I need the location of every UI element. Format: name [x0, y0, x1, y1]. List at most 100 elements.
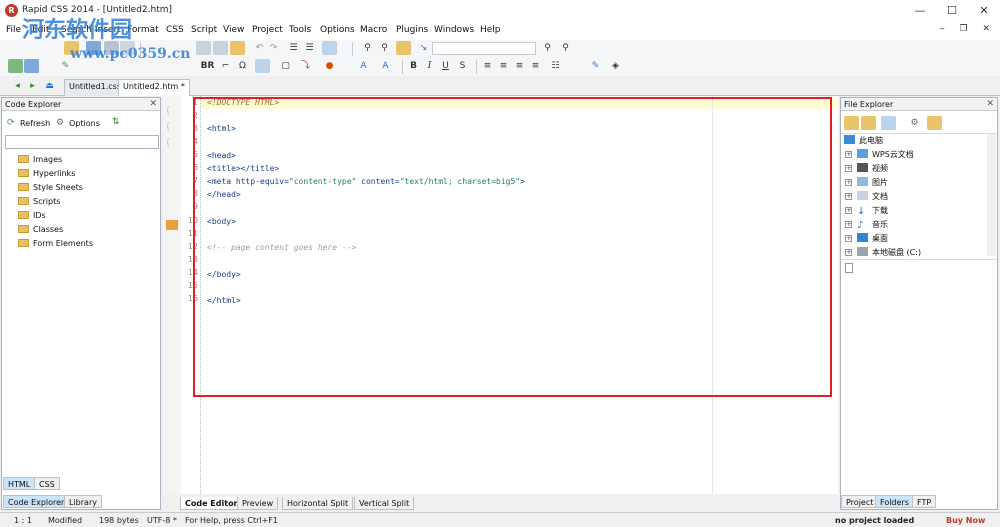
tab-html[interactable]: HTML	[3, 477, 36, 490]
tree-item-desktop[interactable]: 桌面	[857, 232, 888, 245]
tab-preview[interactable]: Preview	[237, 497, 279, 510]
sort-icon[interactable]: ⇅	[112, 117, 120, 127]
close-icon[interactable]: ✕	[986, 99, 994, 109]
maximize-button[interactable]: ☐	[936, 0, 968, 22]
menu-options[interactable]: Options	[320, 25, 355, 35]
menu-script[interactable]: Script	[191, 25, 217, 35]
tab-folders[interactable]: Folders	[875, 495, 914, 508]
tree-item-scripts[interactable]: Scripts	[18, 195, 60, 208]
align-center-icon[interactable]: ≡	[496, 59, 511, 73]
tree-item-style-sheets[interactable]: Style Sheets	[18, 181, 83, 194]
indent-icon[interactable]: ☰	[286, 41, 301, 55]
menu-plugins[interactable]: Plugins	[396, 25, 428, 35]
code-explorer-filter[interactable]	[5, 135, 159, 149]
special-char-icon[interactable]: Ω	[235, 59, 250, 73]
expand-icon[interactable]: +	[845, 165, 852, 172]
italic-icon[interactable]: I	[422, 59, 437, 73]
menu-file[interactable]: File	[6, 25, 21, 35]
tab-css[interactable]: CSS	[34, 477, 60, 490]
expand-icon[interactable]: +	[845, 193, 852, 200]
menu-windows[interactable]: Windows	[434, 25, 474, 35]
tab-menu-icon[interactable]: ⏏	[42, 79, 57, 93]
style-icon[interactable]: ✎	[588, 59, 603, 73]
align-right-icon[interactable]: ≡	[512, 59, 527, 73]
close-button[interactable]: ✕	[968, 0, 1000, 22]
bold-icon[interactable]: B	[406, 59, 421, 73]
forward-icon[interactable]: ▸	[25, 79, 40, 93]
buy-now-link[interactable]: Buy Now	[946, 516, 985, 525]
validate-icon[interactable]	[8, 59, 23, 73]
mdi-controls[interactable]: ‒ ❐ ✕	[939, 24, 996, 34]
folder-tree-scrollbar[interactable]	[987, 134, 996, 256]
nbsp-icon[interactable]: ⌐	[218, 59, 233, 73]
image-icon[interactable]	[24, 59, 39, 73]
find-next-icon[interactable]: ⚲	[540, 41, 555, 55]
status-encoding[interactable]: UTF-8 *	[147, 516, 177, 525]
expand-icon[interactable]: +	[845, 179, 852, 186]
underline-icon[interactable]: U	[438, 59, 453, 73]
menu-help[interactable]: Help	[480, 25, 501, 35]
align-left-icon[interactable]: ≡	[480, 59, 495, 73]
goto-icon[interactable]: ↘	[416, 41, 431, 55]
form-icon[interactable]: ▢	[278, 59, 293, 73]
redo-icon[interactable]: ↷	[266, 41, 281, 55]
find-prev-icon[interactable]: ⚲	[558, 41, 573, 55]
replace-icon[interactable]: ⚲	[377, 41, 392, 55]
menu-project[interactable]: Project	[252, 25, 283, 35]
strike-icon[interactable]: S	[455, 59, 470, 73]
options-button[interactable]: Options	[69, 119, 100, 128]
tree-item-videos[interactable]: 视频	[857, 162, 888, 175]
close-icon[interactable]: ✕	[149, 99, 157, 109]
cut-icon[interactable]	[196, 41, 211, 55]
font-size-icon[interactable]: A	[378, 59, 393, 73]
favorites-icon[interactable]	[927, 116, 942, 130]
view-icon[interactable]	[881, 116, 896, 130]
tab-untitled1[interactable]: Untitled1.css	[64, 79, 127, 96]
tab-code-explorer[interactable]: Code Explorer	[3, 495, 70, 508]
tree-item-ids[interactable]: IDs	[18, 209, 46, 222]
tab-horizontal-split[interactable]: Horizontal Split	[282, 497, 354, 510]
bookmark-icon[interactable]	[166, 220, 178, 230]
expand-icon[interactable]: +	[845, 151, 852, 158]
tab-untitled2[interactable]: Untitled2.htm *	[118, 79, 190, 96]
tree-item-pictures[interactable]: 图片	[857, 176, 888, 189]
expand-icon[interactable]: +	[845, 221, 852, 228]
menu-css[interactable]: CSS	[166, 25, 184, 35]
find-in-files-icon[interactable]	[396, 41, 411, 55]
tree-item-this-pc[interactable]: 此电脑	[844, 134, 883, 147]
tree-item-wps[interactable]: WPS云文档	[857, 148, 914, 161]
minimize-button[interactable]: —	[904, 0, 936, 22]
outdent-icon[interactable]: ☰	[302, 41, 317, 55]
tree-item-hyperlinks[interactable]: Hyperlinks	[18, 167, 75, 180]
menu-macro[interactable]: Macro	[360, 25, 387, 35]
back-icon[interactable]: ◂	[10, 79, 25, 93]
tree-item-music[interactable]: ♪ 音乐	[857, 218, 888, 231]
tab-vertical-split[interactable]: Vertical Split	[354, 497, 415, 510]
search-combo[interactable]	[432, 42, 536, 55]
tree-item-documents[interactable]: 文档	[857, 190, 888, 203]
color-picker-icon[interactable]: ⤵	[298, 59, 313, 73]
menu-view[interactable]: View	[223, 25, 244, 35]
line-break-icon[interactable]: BR	[200, 59, 215, 73]
clear-format-icon[interactable]: ◈	[608, 59, 623, 73]
tree-item-images[interactable]: Images	[18, 153, 62, 166]
justify-icon[interactable]: ≡	[528, 59, 543, 73]
tab-project[interactable]: Project	[841, 495, 879, 508]
tree-item-form-elements[interactable]: Form Elements	[18, 237, 93, 250]
copy-icon[interactable]	[213, 41, 228, 55]
new-folder-icon[interactable]	[861, 116, 876, 130]
table-icon[interactable]	[255, 59, 270, 73]
undo-icon[interactable]: ↶	[252, 41, 267, 55]
tab-code-editor[interactable]: Code Editor	[180, 497, 243, 510]
menu-tools[interactable]: Tools	[289, 25, 311, 35]
paste-icon[interactable]	[230, 41, 245, 55]
tree-item-local-disk[interactable]: 本地磁盘 (C:)	[857, 246, 921, 259]
font-icon[interactable]: A	[356, 59, 371, 73]
find-icon[interactable]: ⚲	[360, 41, 375, 55]
expand-icon[interactable]: +	[845, 249, 852, 256]
expand-icon[interactable]: +	[845, 207, 852, 214]
gear-icon[interactable]: ⚙	[907, 116, 922, 130]
tab-ftp[interactable]: FTP	[912, 495, 937, 508]
file-list[interactable]	[841, 259, 997, 495]
tree-item-downloads[interactable]: ↓ 下载	[857, 204, 888, 217]
